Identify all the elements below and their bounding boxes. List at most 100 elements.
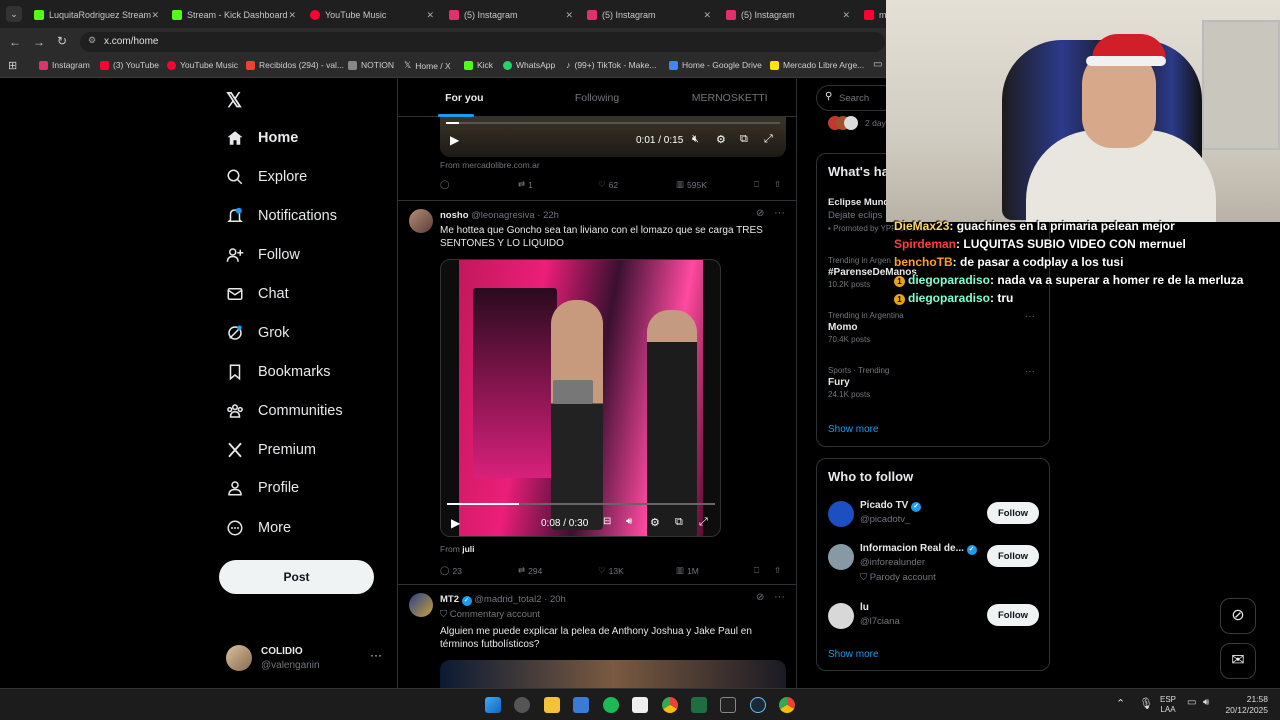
tweet-time[interactable]: · 22h	[537, 210, 559, 221]
chevron-up-icon[interactable]: ⌃	[1116, 697, 1125, 710]
grok-icon[interactable]: ⊘	[756, 592, 764, 603]
more-dots-icon[interactable]: ···	[370, 648, 382, 662]
video-player[interactable]: ▶ 0:08 / 0:30 ⊟ 🔊︎ ⚙ ⧉ ⤢	[440, 259, 721, 537]
sidebar-item-home[interactable]: Home	[226, 129, 298, 147]
close-icon[interactable]: ✕	[842, 10, 850, 21]
browser-tab-5[interactable]: (5) Instagram ✕	[726, 4, 850, 26]
captions-icon[interactable]: ⊟	[603, 516, 611, 527]
tab-list[interactable]: MERNOSKETTI	[663, 79, 796, 116]
trend-item[interactable]: Sports · Trending Fury 24.1K posts ···	[828, 366, 1038, 399]
chrome-icon[interactable]	[779, 697, 795, 713]
browser-tab-0[interactable]: LuquitaRodriguez Stream ✕	[34, 4, 159, 26]
author-name[interactable]: nosho	[440, 210, 469, 221]
account-switcher[interactable]: COLIDIO @valenganin ···	[226, 643, 386, 675]
back-icon[interactable]: ←	[9, 35, 21, 49]
sidebar-item-chat[interactable]: Chat	[226, 285, 289, 303]
url-field[interactable]: ⚙ x.com/home	[80, 32, 885, 52]
store-icon[interactable]	[573, 697, 589, 713]
mute-icon[interactable]: 🔇︎	[692, 133, 699, 146]
events-avatars[interactable]: 2 day	[828, 116, 888, 132]
show-more-link[interactable]: Show more	[828, 424, 879, 435]
settings-icon[interactable]: ⚙	[650, 516, 660, 529]
forward-icon[interactable]: →	[33, 35, 45, 49]
reply-button[interactable]: ◯ 23	[440, 565, 462, 576]
bookmark-item[interactable]: NOTION	[348, 60, 394, 70]
file-explorer-icon[interactable]	[544, 697, 560, 713]
follow-suggestion[interactable]: Informacion Real de... ✓ @inforealunder …	[828, 542, 1040, 588]
search-box[interactable]: ⚲ Search	[816, 85, 896, 111]
volume-icon[interactable]: 🔊︎	[626, 516, 632, 527]
close-icon[interactable]: ✕	[288, 10, 296, 21]
more-dots-icon[interactable]: ···	[774, 591, 785, 603]
video-player[interactable]: ▶ 0:01 / 0:15 🔇︎ ⚙ ⧉ ⤢	[440, 117, 786, 157]
share-button[interactable]: ⇧	[774, 565, 781, 576]
clock[interactable]: 21:58 20/12/2025	[1222, 694, 1268, 716]
link-source[interactable]: From mercadolibre.com.ar	[440, 160, 540, 170]
sidebar-item-notifications[interactable]: Notifications	[226, 207, 337, 225]
microphone-icon[interactable]: 🎙︎	[1139, 697, 1153, 710]
x-logo-icon[interactable]: 𝕏	[226, 88, 242, 113]
epic-games-icon[interactable]	[720, 697, 736, 713]
capcut-icon[interactable]	[632, 697, 648, 713]
sidebar-item-profile[interactable]: Profile	[226, 479, 299, 497]
excel-icon[interactable]	[691, 697, 707, 713]
reload-icon[interactable]: ↻	[57, 34, 67, 48]
sidebar-item-premium[interactable]: Premium	[226, 441, 316, 459]
bookmark-item[interactable]: YouTube Music	[167, 60, 238, 70]
bookmark-item[interactable]: 𝕏 Home / X	[404, 60, 451, 71]
bookmark-item[interactable]: Mercado Libre Arge...	[770, 60, 864, 70]
like-button[interactable]: ♡ 13K	[598, 565, 624, 576]
tweet-image[interactable]	[440, 660, 786, 688]
browser-tab-3[interactable]: (5) Instagram ✕	[449, 4, 573, 26]
tweet[interactable]: MT2 ✓ @madrid_total2 · 20h ⊘ ··· ⛉ Comme…	[398, 585, 796, 688]
play-icon[interactable]: ▶	[451, 516, 460, 530]
fullscreen-icon[interactable]: ⤢	[764, 133, 773, 146]
grok-floating-button[interactable]: ⊘	[1220, 598, 1256, 634]
close-icon[interactable]: ✕	[426, 10, 434, 21]
pip-icon[interactable]: ⧉	[675, 516, 683, 529]
avatar[interactable]	[409, 593, 433, 617]
bookmark-item[interactable]: ♪ (99+) TikTok - Make...	[566, 60, 656, 70]
settings-icon[interactable]: ⚙	[716, 133, 726, 146]
messages-floating-button[interactable]: ✉	[1220, 643, 1256, 679]
bookmark-item[interactable]: (3) YouTube	[100, 60, 159, 70]
more-dots-icon[interactable]: ···	[1025, 366, 1035, 377]
network-icon[interactable]: ▭	[1187, 697, 1196, 708]
author-name[interactable]: MT2	[440, 594, 459, 605]
browser-tab-4[interactable]: (5) Instagram ✕	[587, 4, 711, 26]
tweet[interactable]: nosho @leonagresiva · 22h ⊘ ··· Me hotte…	[398, 201, 796, 583]
sidebar-item-explore[interactable]: Explore	[226, 168, 307, 186]
spotify-icon[interactable]	[603, 697, 619, 713]
browser-tab-2[interactable]: YouTube Music ✕	[310, 4, 434, 26]
fullscreen-icon[interactable]: ⤢	[699, 516, 708, 529]
tab-search-chevron-icon[interactable]: ⌄	[6, 6, 22, 22]
views-button[interactable]: ▥ 1M	[676, 565, 699, 576]
sidebar-item-more[interactable]: More	[226, 519, 291, 537]
app-icon[interactable]	[514, 697, 530, 713]
bookmark-item[interactable]: Recibidos (294) - val...	[246, 60, 344, 70]
bookmark-item[interactable]: Instagram	[39, 60, 90, 70]
site-info-icon[interactable]: ⚙	[88, 35, 96, 46]
language-indicator[interactable]: ESP LAA	[1160, 695, 1176, 715]
tab-for-you[interactable]: For you	[398, 79, 531, 116]
tab-following[interactable]: Following	[531, 79, 664, 116]
close-icon[interactable]: ✕	[565, 10, 573, 21]
show-more-link[interactable]: Show more	[828, 649, 879, 660]
bookmark-button[interactable]: ⎕	[754, 179, 759, 190]
post-button[interactable]: Post	[219, 560, 374, 594]
follow-suggestion[interactable]: lu @l7ciana Follow	[828, 601, 1040, 635]
apps-grid-icon[interactable]: ⊞	[8, 59, 17, 72]
repost-button[interactable]: ⇄ 1	[518, 179, 533, 190]
volume-icon[interactable]: 🔊︎	[1203, 697, 1209, 708]
sidebar-item-grok[interactable]: Grok	[226, 324, 289, 342]
folder-icon[interactable]: ▭	[873, 59, 882, 70]
avatar[interactable]	[409, 209, 433, 233]
more-dots-icon[interactable]: ···	[1025, 311, 1035, 322]
bookmark-item[interactable]: Home - Google Drive	[669, 60, 762, 70]
trend-item[interactable]: Trending in Argentina Momo 70.4K posts ·…	[828, 311, 1038, 344]
chrome-icon[interactable]	[662, 697, 678, 713]
reply-button[interactable]: ◯	[440, 179, 450, 190]
repost-button[interactable]: ⇄ 294	[518, 565, 542, 576]
author-handle[interactable]: @leonagresiva	[471, 210, 535, 221]
close-icon[interactable]: ✕	[703, 10, 711, 21]
